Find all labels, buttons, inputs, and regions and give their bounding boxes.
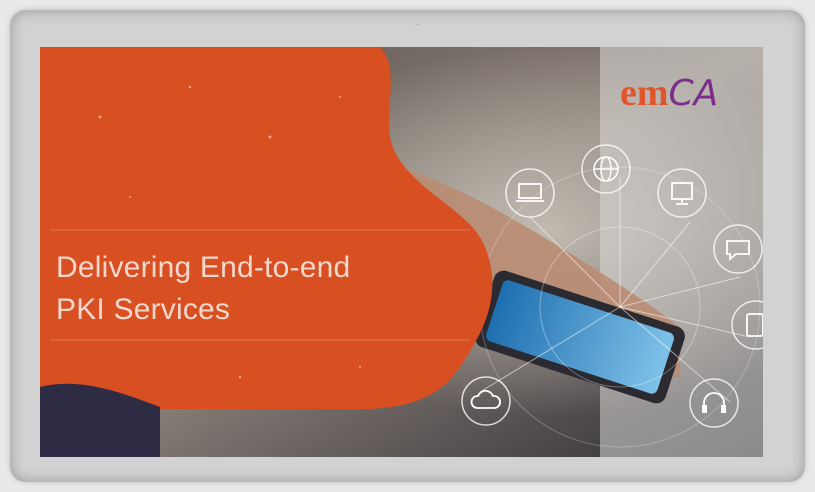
tablet-icon <box>731 300 763 350</box>
headset-icon <box>689 378 739 428</box>
monitor-icon <box>657 168 707 218</box>
emca-logo: emCA <box>620 73 718 114</box>
chat-icon <box>713 224 763 274</box>
banner-image[interactable]: Delivering End-to-end PKI Services emCA <box>40 47 763 457</box>
headline-line-1: Delivering End-to-end <box>56 251 351 284</box>
logo-ca: CA <box>668 73 719 114</box>
banner-headline: Delivering End-to-end PKI Services <box>56 247 350 331</box>
globe-icon <box>581 144 631 194</box>
logo-em: em <box>620 72 669 114</box>
cloud-icon <box>461 376 511 426</box>
frame-notch <box>415 24 419 25</box>
laptop-icon <box>505 168 555 218</box>
headline-line-2: PKI Services <box>56 293 231 326</box>
